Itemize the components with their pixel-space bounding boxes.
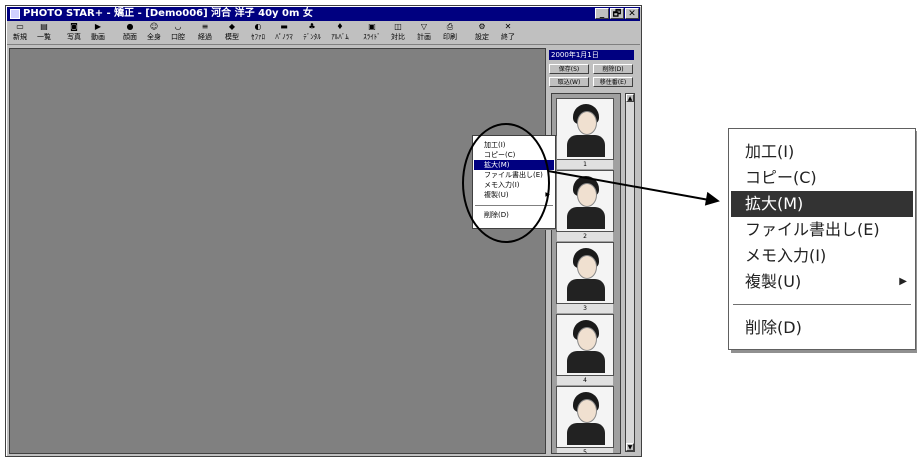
tool-cephalo[interactable]: ◐ ｾﾌｧﾛ bbox=[247, 22, 269, 44]
submenu-arrow-icon: ▶ bbox=[899, 276, 907, 287]
save-button[interactable]: 保存(S) bbox=[549, 64, 589, 74]
face-icon: ● bbox=[126, 22, 134, 31]
thumbnail-number: 3 bbox=[557, 304, 613, 313]
list-icon: ▤ bbox=[40, 22, 48, 31]
tool-video[interactable]: ▶ 動画 bbox=[87, 22, 109, 44]
menu-separator bbox=[733, 304, 911, 305]
tool-photo[interactable]: ◙ 写真 bbox=[63, 22, 85, 44]
body-icon: ☺ bbox=[149, 22, 159, 31]
context-menu-small: 加工(I) コピー(C) 拡大(M) ファイル書出し(E) メモ入力(I) 複製… bbox=[472, 135, 556, 229]
model-icon: ◆ bbox=[228, 22, 236, 31]
new-icon: ▭ bbox=[16, 22, 24, 31]
menu-item-duplicate[interactable]: 複製(U) ▶ bbox=[474, 190, 554, 200]
menu-item-memo[interactable]: メモ入力(I) bbox=[474, 180, 554, 190]
menu-item-delete[interactable]: 削除(D) bbox=[474, 210, 554, 220]
menu-separator bbox=[475, 205, 553, 206]
thumbnail[interactable]: 3 bbox=[556, 242, 614, 313]
tool-full-body[interactable]: ☺ 全身 bbox=[143, 22, 165, 44]
camera-icon: ◙ bbox=[70, 22, 78, 31]
thumbnail[interactable]: 4 bbox=[556, 314, 614, 385]
plan-icon: ▽ bbox=[420, 22, 428, 31]
mouth-icon: ◡ bbox=[174, 22, 182, 31]
menu-item-process[interactable]: 加工(I) bbox=[731, 139, 913, 165]
menu-item-export[interactable]: ファイル書出し(E) bbox=[474, 170, 554, 180]
thumbnail[interactable]: 1 bbox=[556, 98, 614, 169]
tool-dental[interactable]: ♣ ﾃﾞﾝﾀﾙ bbox=[301, 22, 323, 44]
menu-item-export[interactable]: ファイル書出し(E) bbox=[731, 217, 913, 243]
menu-item-copy[interactable]: コピー(C) bbox=[731, 165, 913, 191]
tool-compare[interactable]: ◫ 対比 bbox=[387, 22, 409, 44]
tool-new[interactable]: ▭ 新規 bbox=[9, 22, 31, 44]
tool-slide[interactable]: ▣ ｽﾗｲﾄﾞ bbox=[361, 22, 383, 44]
thumbnail-scrollbar[interactable]: ▲ ▼ bbox=[625, 93, 635, 452]
tool-exit[interactable]: ✕ 終了 bbox=[497, 22, 519, 44]
portrait-photo bbox=[577, 327, 597, 351]
close-button[interactable]: ✕ bbox=[625, 8, 639, 19]
compare-icon: ◫ bbox=[394, 22, 402, 31]
menu-item-enlarge[interactable]: 拡大(M) bbox=[731, 191, 913, 217]
portrait-photo bbox=[577, 255, 597, 279]
menu-item-enlarge[interactable]: 拡大(M) bbox=[474, 160, 554, 170]
cephalo-icon: ◐ bbox=[254, 22, 262, 31]
app-window: PHOTO STAR+ - 矯正 - [Demo006] 河合 洋子 40y 0… bbox=[5, 5, 642, 457]
settings-icon: ⚙ bbox=[478, 22, 486, 31]
image-workspace[interactable] bbox=[9, 48, 546, 454]
progress-icon: ≡ bbox=[201, 22, 209, 31]
exit-icon: ✕ bbox=[504, 22, 512, 31]
print-icon: ⎙ bbox=[446, 22, 454, 31]
menu-item-copy[interactable]: コピー(C) bbox=[474, 150, 554, 160]
portrait-photo bbox=[577, 111, 597, 135]
window-title: PHOTO STAR+ - 矯正 - [Demo006] 河合 洋子 40y 0… bbox=[23, 8, 313, 19]
menu-item-delete[interactable]: 削除(D) bbox=[731, 315, 913, 341]
date-label[interactable]: 2000年1月1日 bbox=[549, 50, 634, 60]
album-icon: ♦ bbox=[336, 22, 344, 31]
tool-panorama[interactable]: ▬ ﾊﾟﾉﾗﾏ bbox=[273, 22, 295, 44]
scroll-up-icon[interactable]: ▲ bbox=[626, 94, 634, 102]
tool-model[interactable]: ◆ 模型 bbox=[221, 22, 243, 44]
thumbnail-number: 2 bbox=[557, 232, 613, 241]
menu-item-duplicate[interactable]: 複製(U) ▶ bbox=[731, 269, 913, 295]
thumbnail[interactable]: 5 bbox=[556, 386, 614, 453]
tool-list[interactable]: ▤ 一覧 bbox=[33, 22, 55, 44]
delete-button[interactable]: 削除(D) bbox=[593, 64, 633, 74]
slide-icon: ▣ bbox=[368, 22, 376, 31]
tool-progress[interactable]: ≡ 経過 bbox=[194, 22, 216, 44]
app-icon bbox=[10, 9, 20, 19]
window-controls: _ 🗗 ✕ bbox=[595, 8, 639, 19]
restore-button[interactable]: 🗗 bbox=[610, 8, 624, 19]
tool-print[interactable]: ⎙ 印刷 bbox=[439, 22, 461, 44]
move-button[interactable]: 移住番(E) bbox=[593, 77, 633, 87]
thumbnail-number: 5 bbox=[557, 448, 613, 453]
submenu-arrow-icon: ▶ bbox=[545, 191, 550, 198]
thumbnail-number: 1 bbox=[557, 160, 613, 169]
thumbnail-strip: 1 2 3 4 5 bbox=[551, 93, 621, 454]
tool-settings[interactable]: ⚙ 設定 bbox=[471, 22, 493, 44]
portrait-photo bbox=[577, 183, 597, 207]
thumbnail-number: 4 bbox=[557, 376, 613, 385]
tool-plan[interactable]: ▽ 計画 bbox=[413, 22, 435, 44]
menu-item-process[interactable]: 加工(I) bbox=[474, 140, 554, 150]
menu-item-memo[interactable]: メモ入力(I) bbox=[731, 243, 913, 269]
video-icon: ▶ bbox=[94, 22, 102, 31]
portrait-photo bbox=[577, 399, 597, 423]
panorama-icon: ▬ bbox=[280, 22, 288, 31]
import-button[interactable]: 取込(W) bbox=[549, 77, 589, 87]
title-bar[interactable]: PHOTO STAR+ - 矯正 - [Demo006] 河合 洋子 40y 0… bbox=[7, 7, 640, 21]
tool-oral[interactable]: ◡ 口腔 bbox=[167, 22, 189, 44]
tool-face[interactable]: ● 顔面 bbox=[119, 22, 141, 44]
tool-album[interactable]: ♦ ｱﾙﾊﾞﾑ bbox=[329, 22, 351, 44]
scroll-down-icon[interactable]: ▼ bbox=[626, 443, 634, 451]
arrow-head-icon bbox=[704, 191, 722, 209]
context-menu-zoomed: 加工(I) コピー(C) 拡大(M) ファイル書出し(E) メモ入力(I) 複製… bbox=[728, 128, 916, 350]
thumbnail-panel: 2000年1月1日 保存(S) 削除(D) 取込(W) 移住番(E) 1 2 3… bbox=[547, 48, 637, 454]
minimize-button[interactable]: _ bbox=[595, 8, 609, 19]
dental-icon: ♣ bbox=[308, 22, 316, 31]
toolbar: ▭ 新規 ▤ 一覧 ◙ 写真 ▶ 動画 ● 顔面 ☺ 全身 ◡ 口腔 ≡ 経過 ◆ 模型 ◐ ｾﾌｧ… bbox=[7, 22, 640, 45]
